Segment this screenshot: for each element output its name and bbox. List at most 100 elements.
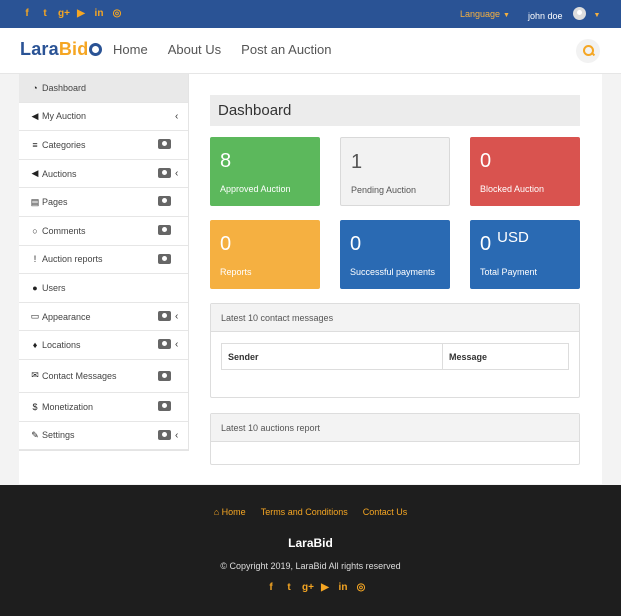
chevron-left-icon: ‹ [175, 110, 179, 122]
footer-link-home[interactable]: ⌂ Home [214, 507, 246, 517]
sidebar-item-categories[interactable]: ≡ Categories [19, 131, 188, 160]
search-icon[interactable] [576, 39, 600, 63]
desktop-icon: ▭ [30, 311, 40, 322]
contact-messages-table: Sender Message [221, 343, 569, 370]
chevron-left-icon: ‹ [175, 310, 179, 322]
sidebar-item-label: Pages [42, 197, 68, 208]
stat-value: 0 [350, 233, 362, 255]
logo-text-lara: Lara [20, 39, 59, 59]
stat-label: Approved Auction [220, 184, 291, 194]
contact-messages-panel: Latest 10 contact messages Sender Messag… [210, 303, 580, 398]
caret-down-icon: ▼ [593, 12, 601, 19]
admin-badge-icon [158, 224, 171, 235]
admin-badge-icon [158, 400, 171, 411]
language-dropdown[interactable]: Language ▼ [460, 9, 510, 19]
sidebar-item-dashboard[interactable]: ◔ Dashboard [19, 74, 188, 103]
sidebar-item-label: Users [42, 282, 66, 293]
stat-label: Reports [220, 267, 252, 277]
sidebar-item-label: Categories [42, 139, 86, 150]
facebook-icon[interactable]: f [266, 582, 276, 593]
stat-card-pending[interactable]: 1 Pending Auction [340, 137, 450, 206]
sidebar-item-settings[interactable]: ✎ Settings ‹ [19, 422, 188, 451]
admin-badge-icon [158, 253, 171, 264]
footer: ⌂ Home Terms and Conditions Contact Us L… [0, 485, 621, 616]
sidebar-item-auction-reports[interactable]: ! Auction reports [19, 246, 188, 275]
admin-badge-icon [158, 139, 171, 150]
stat-card-reports[interactable]: 0 Reports [210, 220, 320, 289]
logo[interactable]: LaraBid [20, 39, 103, 60]
sidebar-item-pages[interactable]: ▤ Pages [19, 188, 188, 217]
stat-number: 0 [480, 233, 492, 255]
dashboard-icon: ◔ [32, 82, 38, 93]
bullhorn-icon: ◀ [31, 110, 39, 121]
sidebar-item-monetization[interactable]: $ Monetization [19, 393, 188, 422]
stat-card-approved[interactable]: 8 Approved Auction [210, 137, 320, 206]
google-plus-icon[interactable]: g+ [58, 8, 70, 20]
stat-value: 0 [480, 150, 492, 172]
chevron-left-icon: ‹ [175, 167, 179, 179]
home-icon: ⌂ [213, 507, 220, 517]
footer-social-links: f t g+ ▶ in ◎ [266, 582, 366, 593]
sidebar-item-label: Contact Messages [42, 370, 117, 381]
stat-card-total-payment[interactable]: 0 USD Total Payment [470, 220, 580, 289]
content-area: ◔ Dashboard ◀ My Auction ‹ ≡ Categories … [19, 74, 602, 484]
footer-link-terms[interactable]: Terms and Conditions [261, 507, 348, 517]
twitter-icon[interactable]: t [40, 8, 50, 20]
youtube-icon[interactable]: ▶ [76, 8, 86, 20]
sidebar-item-label: Settings [42, 430, 75, 441]
exclamation-icon: ! [33, 254, 37, 265]
admin-badge-icon [158, 196, 171, 207]
dribbble-icon[interactable]: ◎ [356, 582, 366, 593]
sidebar-item-auctions[interactable]: ◀ Auctions ‹ [19, 160, 188, 189]
panel-title: Latest 10 contact messages [211, 304, 579, 332]
logo-mark-icon [89, 43, 103, 56]
stat-value: 8 [220, 150, 232, 172]
stat-card-blocked[interactable]: 0 Blocked Auction [470, 137, 580, 206]
chevron-left-icon: ‹ [175, 339, 179, 351]
linkedin-icon[interactable]: in [338, 582, 348, 593]
footer-link-contact[interactable]: Contact Us [363, 507, 408, 517]
footer-link-label: Home [221, 507, 246, 517]
panel-title: Latest 10 auctions report [211, 414, 579, 442]
sidebar-item-label: Auction reports [42, 254, 103, 265]
sidebar-item-my-auction[interactable]: ◀ My Auction ‹ [19, 103, 188, 132]
stat-label: Blocked Auction [480, 184, 545, 194]
footer-links: ⌂ Home Terms and Conditions Contact Us [0, 507, 621, 517]
linkedin-icon[interactable]: in [94, 8, 104, 20]
comment-icon: ○ [32, 225, 38, 236]
google-plus-icon[interactable]: g+ [302, 582, 314, 593]
column-header-sender: Sender [222, 344, 443, 369]
currency-label: USD [497, 229, 529, 246]
nav-post-auction[interactable]: Post an Auction [241, 42, 331, 57]
column-header-message: Message [449, 352, 488, 362]
stat-card-successful-payments[interactable]: 0 Successful payments [340, 220, 450, 289]
footer-brand: LaraBid [288, 536, 333, 550]
nav-home[interactable]: Home [113, 42, 148, 57]
sidebar-item-contact-messages[interactable]: ✉ Contact Messages [19, 360, 188, 393]
sidebar-item-label: Monetization [42, 401, 94, 412]
youtube-icon[interactable]: ▶ [320, 582, 330, 593]
top-bar: f t g+ ▶ in ◎ Language ▼ john doe ▼ [0, 0, 621, 28]
sidebar-item-locations[interactable]: ♦ Locations ‹ [19, 331, 188, 360]
sidebar-item-appearance[interactable]: ▭ Appearance ‹ [19, 303, 188, 332]
user-menu[interactable]: john doe ▼ [528, 7, 601, 22]
stat-value: 0 [220, 233, 232, 255]
facebook-icon[interactable]: f [22, 8, 32, 20]
sidebar-item-users[interactable]: ● Users [19, 274, 188, 303]
admin-badge-icon [158, 370, 171, 381]
language-label: Language [460, 9, 501, 19]
nav-about-us[interactable]: About Us [168, 42, 221, 57]
stat-label: Pending Auction [351, 185, 417, 195]
admin-badge-icon [158, 167, 171, 178]
list-icon: ≡ [32, 139, 38, 150]
footer-copyright: © Copyright 2019, LaraBid All rights res… [220, 561, 401, 571]
dribbble-icon[interactable]: ◎ [112, 8, 122, 20]
map-marker-icon: ♦ [32, 340, 38, 351]
sidebar-item-comments[interactable]: ○ Comments [19, 217, 188, 246]
sidebar-item-label: Appearance [42, 311, 91, 322]
social-links: f t g+ ▶ in ◎ [22, 8, 122, 20]
sidebar-item-label: Dashboard [42, 82, 87, 93]
twitter-icon[interactable]: t [284, 582, 294, 593]
header: LaraBid Home About Us Post an Auction [0, 28, 621, 74]
admin-badge-icon [158, 339, 171, 350]
